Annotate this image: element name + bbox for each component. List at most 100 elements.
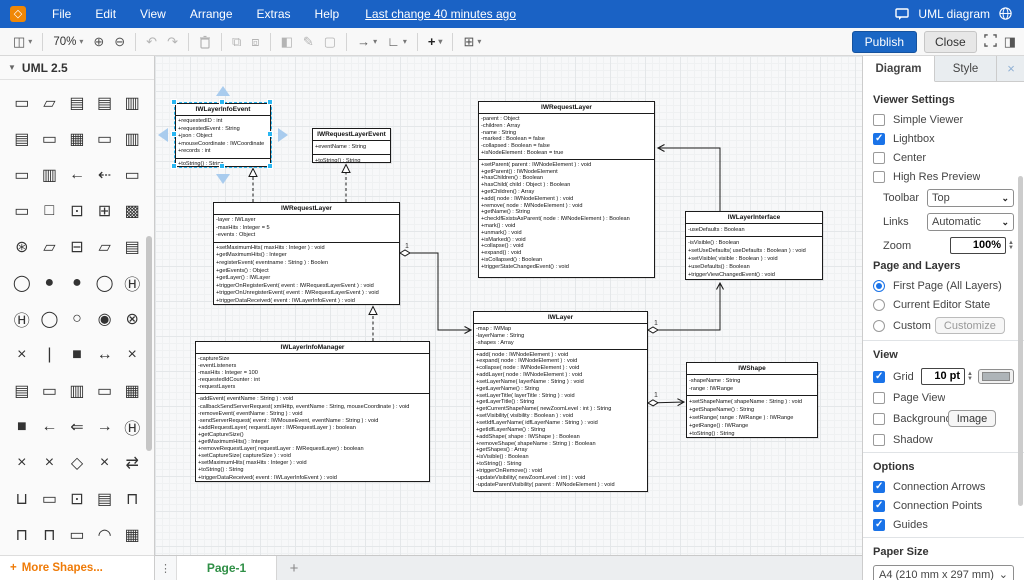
shape-thumbnail[interactable]: ▤ bbox=[118, 229, 146, 265]
shape-thumbnail[interactable]: ▥ bbox=[118, 121, 146, 157]
grid-color-button[interactable] bbox=[978, 369, 1014, 384]
direction-right-arrow-icon[interactable] bbox=[278, 128, 288, 142]
shape-thumbnail[interactable]: ⊛ bbox=[8, 229, 36, 265]
high-res-row[interactable]: High Res Preview bbox=[873, 170, 1014, 183]
shape-thumbnail[interactable]: ⊔ bbox=[8, 481, 36, 517]
shape-thumbnail[interactable]: ▭ bbox=[118, 157, 146, 193]
menu-edit[interactable]: Edit bbox=[83, 7, 128, 21]
shape-thumbnail[interactable]: □ bbox=[36, 193, 64, 229]
shape-thumbnail[interactable]: ■ bbox=[8, 409, 36, 445]
shape-thumbnail[interactable]: ⊡ bbox=[63, 193, 91, 229]
first-page-row[interactable]: First Page (All Layers) bbox=[873, 279, 1014, 292]
custom-row[interactable]: Custom Customize bbox=[873, 317, 1014, 334]
uml-class-IWLayer[interactable]: IWLayer-map : IWMap-layerName : String-s… bbox=[473, 311, 648, 492]
high-res-checkbox[interactable] bbox=[873, 171, 885, 183]
direction-left-arrow-icon[interactable] bbox=[158, 128, 168, 142]
last-change-link[interactable]: Last change 40 minutes ago bbox=[365, 7, 516, 21]
menu-file[interactable]: File bbox=[40, 7, 83, 21]
shape-thumbnail[interactable]: ⇄ bbox=[118, 445, 146, 481]
connection-points-row[interactable]: Connection Points bbox=[873, 499, 1014, 512]
center-row[interactable]: Center bbox=[873, 151, 1014, 164]
connection-points-checkbox[interactable] bbox=[873, 500, 885, 512]
more-shapes-button[interactable]: + More Shapes... bbox=[0, 555, 154, 580]
insert-dropdown[interactable]: +▾ bbox=[423, 31, 448, 53]
table-dropdown[interactable]: ⊞▾ bbox=[458, 31, 486, 53]
menu-arrange[interactable]: Arrange bbox=[178, 7, 245, 21]
editor-state-radio[interactable] bbox=[873, 299, 885, 311]
shape-thumbnail[interactable]: ← bbox=[36, 409, 64, 445]
paper-size-select[interactable]: A4 (210 mm x 297 mm)⌄ bbox=[873, 565, 1014, 580]
uml-class-IWLayerInfoEvent[interactable]: IWLayerInfoEvent+requestedID : int+reque… bbox=[175, 103, 271, 167]
delete-icon[interactable] bbox=[194, 31, 216, 53]
simple-viewer-row[interactable]: Simple Viewer bbox=[873, 113, 1014, 126]
shape-thumbnail[interactable]: ⇐ bbox=[63, 409, 91, 445]
shape-thumbnail[interactable]: ⊗ bbox=[118, 301, 146, 337]
shape-thumbnail[interactable]: ▭ bbox=[36, 121, 64, 157]
shape-thumbnail[interactable]: ▱ bbox=[91, 229, 119, 265]
shape-thumbnail[interactable]: ◠ bbox=[91, 517, 119, 553]
tab-diagram[interactable]: Diagram bbox=[863, 56, 935, 82]
page-tab[interactable]: Page-1 bbox=[177, 556, 277, 580]
shape-thumbnail[interactable]: ◉ bbox=[91, 301, 119, 337]
shape-thumbnail[interactable]: ○ bbox=[63, 301, 91, 337]
shape-thumbnail[interactable]: ▭ bbox=[8, 157, 36, 193]
shape-thumbnail[interactable]: ▤ bbox=[91, 85, 119, 121]
connection-arrows-row[interactable]: Connection Arrows bbox=[873, 480, 1014, 493]
selection-handle[interactable] bbox=[267, 99, 273, 105]
shape-thumbnail[interactable]: ▤ bbox=[8, 121, 36, 157]
shape-section-header[interactable]: ▼ UML 2.5 bbox=[0, 56, 154, 80]
shape-thumbnail[interactable]: Ⓗ bbox=[8, 301, 36, 337]
shape-thumbnail[interactable]: ← bbox=[63, 157, 91, 193]
shape-thumbnail[interactable]: ◯ bbox=[8, 265, 36, 301]
shape-thumbnail[interactable]: × bbox=[8, 337, 36, 373]
shadow-row[interactable]: Shadow bbox=[873, 433, 1014, 446]
page-view-row[interactable]: Page View bbox=[873, 391, 1014, 404]
shape-thumbnail[interactable]: ▦ bbox=[118, 517, 146, 553]
menu-view[interactable]: View bbox=[128, 7, 178, 21]
tab-style[interactable]: Style bbox=[935, 56, 997, 81]
grid-size-stepper[interactable]: ▲▼ bbox=[967, 372, 973, 382]
shape-thumbnail[interactable]: × bbox=[36, 445, 64, 481]
comments-icon[interactable] bbox=[894, 6, 910, 22]
shape-thumbnail[interactable]: ▦ bbox=[118, 373, 146, 409]
shape-thumbnail[interactable]: ◇ bbox=[63, 445, 91, 481]
grid-row[interactable]: Grid 10 pt ▲▼ bbox=[873, 368, 1014, 385]
selection-handle[interactable] bbox=[219, 163, 225, 169]
shape-thumbnail[interactable]: ▥ bbox=[36, 157, 64, 193]
shape-thumbnail[interactable]: ⊓ bbox=[118, 481, 146, 517]
customize-button[interactable]: Customize bbox=[935, 317, 1005, 334]
selection-handle[interactable] bbox=[219, 99, 225, 105]
direction-down-arrow-icon[interactable] bbox=[216, 174, 230, 184]
guides-row[interactable]: Guides bbox=[873, 518, 1014, 531]
shape-thumbnail[interactable]: × bbox=[91, 445, 119, 481]
shape-thumbnail[interactable]: ▥ bbox=[118, 85, 146, 121]
pages-menu-button[interactable]: ⋮ bbox=[155, 556, 177, 580]
shape-thumbnail[interactable]: ◯ bbox=[36, 301, 64, 337]
toolbar-select[interactable]: Top⌄ bbox=[927, 189, 1014, 207]
editor-state-row[interactable]: Current Editor State bbox=[873, 298, 1014, 311]
lightbox-row[interactable]: Lightbox bbox=[873, 132, 1014, 145]
uml-class-IWShape[interactable]: IWShape-shapeName : String-range : IWRan… bbox=[686, 362, 818, 438]
uml-class-IWLayerInfoManager[interactable]: IWLayerInfoManager-captureSize-eventList… bbox=[195, 341, 430, 482]
shape-thumbnail[interactable]: ▱ bbox=[36, 85, 64, 121]
redo-icon[interactable]: ↷ bbox=[162, 31, 183, 53]
center-checkbox[interactable] bbox=[873, 152, 885, 164]
add-page-button[interactable]: + bbox=[277, 556, 311, 580]
shape-thumbnail[interactable]: ▭ bbox=[8, 85, 36, 121]
lightbox-checkbox[interactable] bbox=[873, 133, 885, 145]
line-color-icon[interactable]: ✎ bbox=[298, 31, 319, 53]
direction-up-arrow-icon[interactable] bbox=[216, 86, 230, 96]
shape-thumbnail[interactable]: ● bbox=[36, 265, 64, 301]
shape-thumbnail[interactable]: ▩ bbox=[118, 193, 146, 229]
background-checkbox[interactable] bbox=[873, 413, 885, 425]
page-view-checkbox[interactable] bbox=[873, 392, 885, 404]
shape-thumbnail[interactable]: ▭ bbox=[91, 373, 119, 409]
to-back-icon[interactable]: ⧈ bbox=[246, 31, 264, 53]
shape-thumbnail[interactable]: ◯ bbox=[91, 265, 119, 301]
image-button[interactable]: Image bbox=[948, 410, 997, 427]
shape-thumbnail[interactable]: ▦ bbox=[63, 121, 91, 157]
panel-scrollbar[interactable] bbox=[1018, 176, 1023, 506]
shape-thumbnail[interactable]: ⊟ bbox=[63, 229, 91, 265]
panel-close-icon[interactable]: × bbox=[998, 56, 1024, 81]
undo-icon[interactable]: ↶ bbox=[141, 31, 162, 53]
